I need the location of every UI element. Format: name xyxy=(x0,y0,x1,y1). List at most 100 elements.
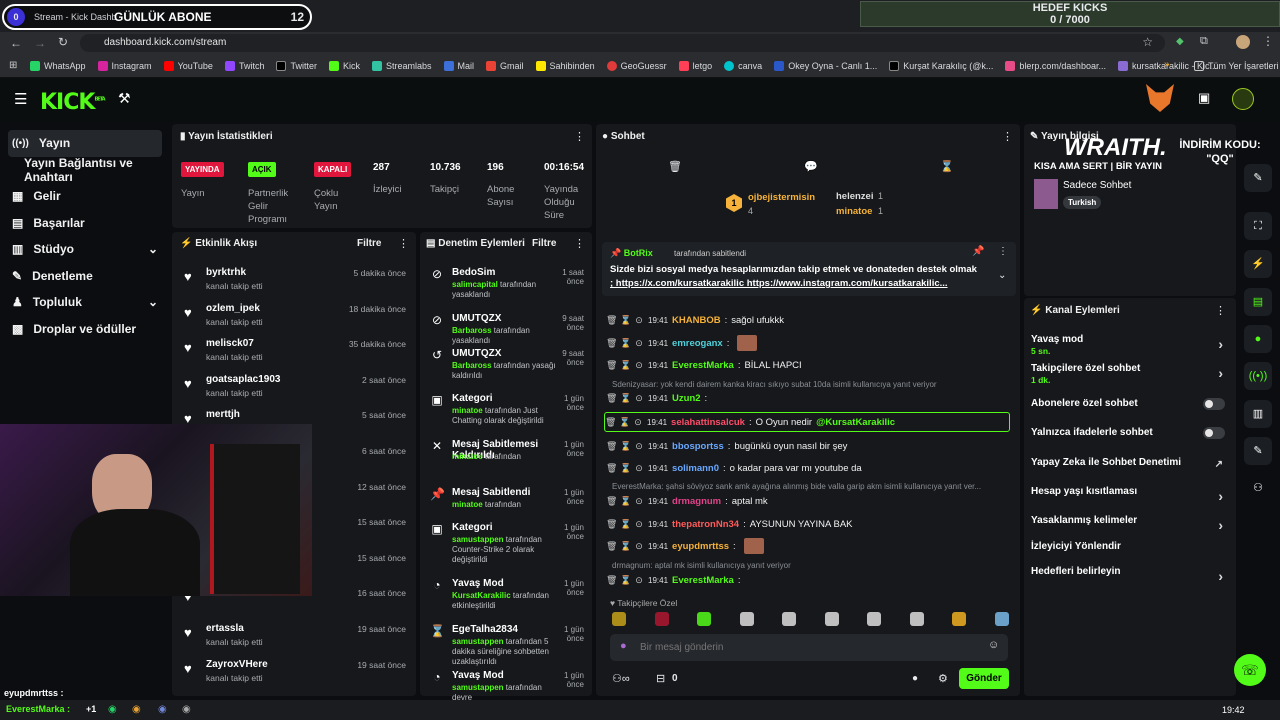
emote-button[interactable] xyxy=(697,612,711,626)
emote-button[interactable] xyxy=(909,612,924,626)
bookmark-kick[interactable]: Kick xyxy=(328,60,360,71)
sidebar-item-droplar[interactable]: ▩ Droplar ve ödüller xyxy=(0,316,170,343)
modlog-menu-icon[interactable]: ⋮ xyxy=(574,237,585,250)
bookmark-whatsapp[interactable]: WhatsApp xyxy=(30,60,86,71)
event-name[interactable]: ZayroxVHere xyxy=(206,659,268,670)
chat-username[interactable]: drmagnum xyxy=(672,496,721,507)
chat-line[interactable]: 🗑 ⌛ ⊙ 19:41 bbosportss: bugünkü oyun nasıl bi… xyxy=(606,437,1016,455)
bookmark-star-icon[interactable]: ☆ xyxy=(1142,35,1153,49)
chat-tab-icon[interactable]: 💬 xyxy=(804,160,818,173)
emote-button[interactable] xyxy=(994,612,1009,626)
discord-taskbar-icon[interactable]: ◉ xyxy=(158,704,167,715)
trash-icon[interactable]: 🗑 xyxy=(606,463,617,474)
chevron-down-icon[interactable]: ⌄ xyxy=(998,270,1006,281)
bookmark-twitch[interactable]: Twitch xyxy=(224,60,264,71)
support-chat-icon[interactable]: ☏ xyxy=(1234,654,1266,686)
modlog-actor[interactable]: minatoe xyxy=(452,452,483,461)
bookmark-canva[interactable]: canva xyxy=(724,60,762,71)
tag-turkish[interactable]: Turkish xyxy=(1063,196,1102,209)
chat-line[interactable]: 🗑 ⌛ ⊙ 19:41 eyupdmrttss: xyxy=(606,537,1016,555)
hourglass-icon[interactable]: ⌛ xyxy=(620,463,631,474)
category-name[interactable]: Sadece Sohbet xyxy=(1063,180,1131,191)
trash-icon[interactable]: 🗑 xyxy=(606,541,617,552)
event-name[interactable]: ozlem_ipek xyxy=(206,303,260,314)
modlog-actor[interactable]: minatoe xyxy=(452,500,483,509)
bookmark-youtube[interactable]: YouTube xyxy=(163,60,213,71)
event-name[interactable]: ertassla xyxy=(206,623,244,634)
trash-icon[interactable]: 🗑 xyxy=(606,338,617,349)
top2-name[interactable]: helenzei xyxy=(836,191,874,202)
chat-input-box[interactable]: ● ☺ xyxy=(610,634,1008,661)
microphone-icon[interactable]: ● xyxy=(620,640,627,652)
sidebar-item-studyo[interactable]: ▥ Stüdyo ⌄ xyxy=(0,236,170,263)
studio-icon[interactable]: ▣ xyxy=(1198,90,1210,106)
emote-button[interactable] xyxy=(654,612,669,626)
chat-username[interactable]: thepatronNn34 xyxy=(672,519,739,530)
gear-icon[interactable]: ⚙ xyxy=(938,672,948,685)
hourglass-icon[interactable]: ⌛ xyxy=(620,496,631,507)
trash-icon[interactable]: 🗑 xyxy=(606,315,617,326)
hourglass-icon[interactable]: ⌛ xyxy=(620,441,631,452)
trash-icon[interactable]: 🗑 xyxy=(606,360,617,371)
chat-bubble-icon[interactable]: ● xyxy=(912,673,918,684)
chat-username[interactable]: emreoganx xyxy=(672,338,723,349)
sidebar-item-basarilar[interactable]: ▤ Başarılar xyxy=(0,210,170,237)
sidebar-item-gelir[interactable]: ▦ Gelir xyxy=(0,183,170,210)
modlog-actor[interactable]: minatoe xyxy=(452,406,483,415)
action-sub-only[interactable]: Abonelere özel sohbet xyxy=(1031,398,1231,420)
bookmark-kursat-x[interactable]: Kurşat Karakılıç (@k... xyxy=(889,60,993,71)
chat-icon[interactable]: ● xyxy=(1244,325,1272,353)
bookmark-letgo[interactable]: letgo xyxy=(678,60,712,71)
printer-icon[interactable]: ▥ xyxy=(1244,400,1272,428)
hourglass-icon[interactable]: ⌛ xyxy=(620,338,631,349)
action-goals[interactable]: Hedefleri belirleyin › xyxy=(1031,566,1231,588)
top3-name[interactable]: minatoe xyxy=(836,206,872,217)
users-icon[interactable]: ⚇ xyxy=(1244,474,1272,502)
bolt-icon[interactable]: ⚡ xyxy=(1244,250,1272,278)
events-filter-button[interactable]: Filtre xyxy=(357,238,381,249)
whatsapp-taskbar-icon[interactable]: ◉ xyxy=(108,704,117,715)
modlog-actor[interactable]: KursatKarakilic xyxy=(452,591,511,600)
top1-name[interactable]: ojbejistermisin xyxy=(748,192,815,203)
chat-line[interactable]: 🗑 ⌛ ⊙ 19:41 emreoganx: xyxy=(606,334,1016,352)
apps-grid-icon[interactable]: ⊞ xyxy=(9,60,17,71)
trash-tab-icon[interactable]: 🗑 xyxy=(668,160,682,173)
emote-only-toggle[interactable] xyxy=(1203,427,1225,439)
trash-icon[interactable]: 🗑 xyxy=(606,441,617,452)
hourglass-icon[interactable]: ⌛ xyxy=(620,519,631,530)
wrench-icon[interactable]: ✎ xyxy=(1244,437,1272,465)
chat-menu-icon[interactable]: ⋮ xyxy=(1002,130,1013,143)
action-ai-moderation[interactable]: Yapay Zeka ile Sohbet Denetimi ↗ xyxy=(1031,457,1231,479)
chat-username[interactable]: EverestMarka xyxy=(672,575,734,586)
sub-only-toggle[interactable] xyxy=(1203,398,1225,410)
extensions-icon[interactable]: ⧉ xyxy=(1200,35,1208,48)
action-redirect[interactable]: İzleyiciyi Yönlendir xyxy=(1031,541,1231,563)
sidebar-item-denetleme[interactable]: ✎ Denetleme xyxy=(0,263,170,290)
fox-avatar-icon[interactable] xyxy=(1146,84,1174,112)
broadcast-icon[interactable]: ((•)) xyxy=(1244,362,1272,390)
emoji-icon[interactable]: ☺ xyxy=(988,639,999,651)
hourglass-icon[interactable]: ⌛ xyxy=(620,541,631,552)
emote-button[interactable] xyxy=(739,612,754,626)
hourglass-icon[interactable]: ⌛ xyxy=(620,575,631,586)
action-emote-only[interactable]: Yalnızca ifadelerle sohbet xyxy=(1031,427,1231,449)
all-bookmarks[interactable]: Tüm Yer İşaretleri xyxy=(1194,61,1279,71)
profile-avatar-icon[interactable] xyxy=(1232,88,1254,110)
stats-menu-icon[interactable]: ⋮ xyxy=(574,130,585,143)
more-bookmarks-icon[interactable]: » xyxy=(1164,59,1170,70)
bookmark-blerp[interactable]: blerp.com/dashboar... xyxy=(1005,60,1106,71)
emote-button[interactable] xyxy=(952,612,966,626)
back-icon[interactable]: ← xyxy=(10,36,22,50)
shield-extension-icon[interactable]: ◆ xyxy=(1176,36,1184,47)
edit-icon[interactable]: ✎ xyxy=(1244,164,1272,192)
hourglass-icon[interactable]: ⌛ xyxy=(620,393,631,404)
fullscreen-icon[interactable]: ⛶ xyxy=(1244,212,1272,240)
chat-username[interactable]: EverestMarka xyxy=(672,360,734,371)
pinned-message[interactable]: 📌 BotRix tarafından sabitlendi 📌 ⋮ Sizde… xyxy=(602,242,1016,296)
reload-icon[interactable]: ↻ xyxy=(58,35,68,49)
bookmark-streamlabs[interactable]: Streamlabs xyxy=(371,60,432,71)
bookmark-okey[interactable]: Okey Oyna - Canlı 1... xyxy=(774,60,877,71)
obs-taskbar-icon[interactable]: ◉ xyxy=(182,704,191,715)
modlog-actor[interactable]: samustappen xyxy=(452,535,504,544)
chat-username[interactable]: selahattinsalcuk xyxy=(671,417,745,428)
